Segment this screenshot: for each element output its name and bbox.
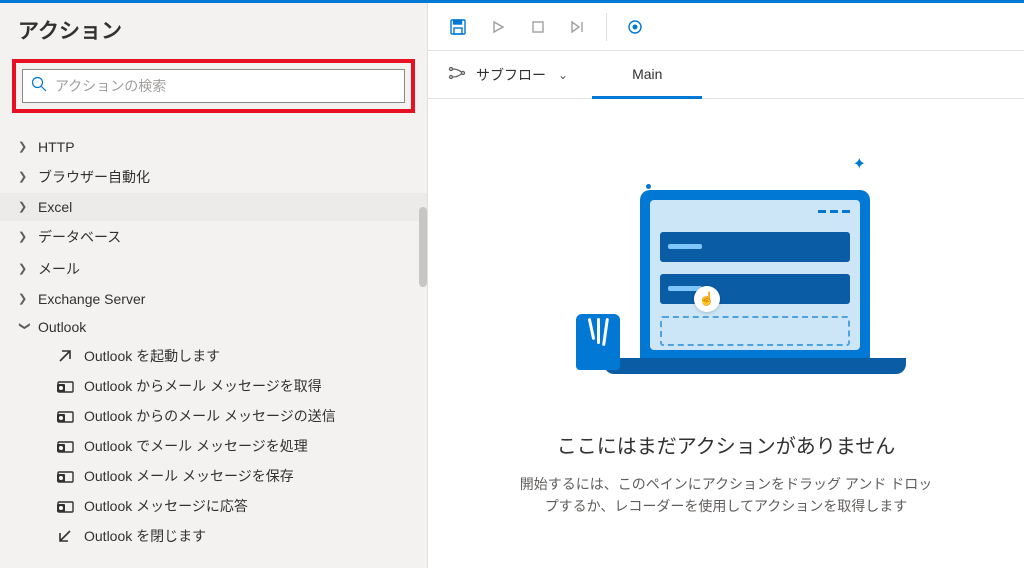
outlook-mail-icon bbox=[56, 377, 74, 395]
dot-icon bbox=[646, 184, 651, 189]
arrow-up-right-icon bbox=[56, 347, 74, 365]
sparkle-icon: ✦ bbox=[853, 154, 866, 174]
category-http[interactable]: ❯HTTP bbox=[0, 133, 427, 161]
scrollbar[interactable] bbox=[419, 207, 427, 287]
outlook-actions-list: Outlook を起動します Outlook からメール メッセージを取得 Ou… bbox=[0, 341, 427, 551]
subflow-icon bbox=[448, 66, 466, 83]
action-process-message[interactable]: Outlook でメール メッセージを処理 bbox=[0, 431, 427, 461]
subflow-dropdown[interactable]: サブフロー ⌄ bbox=[434, 51, 582, 98]
empty-title: ここにはまだアクションがありません bbox=[557, 430, 895, 459]
main-area: サブフロー ⌄ Main ✦ ✦ ☝ bbox=[428, 3, 1024, 568]
action-retrieve-messages[interactable]: Outlook からメール メッセージを取得 bbox=[0, 371, 427, 401]
arrow-down-left-icon bbox=[56, 527, 74, 545]
chevron-right-icon: ❯ bbox=[18, 172, 30, 183]
record-button[interactable] bbox=[617, 9, 653, 45]
tabbar: サブフロー ⌄ Main bbox=[428, 51, 1024, 99]
run-button[interactable] bbox=[480, 9, 516, 45]
empty-subtitle: 開始するには、このペインにアクションをドラッグ アンド ドロップするか、レコーダ… bbox=[516, 473, 936, 518]
search-icon bbox=[31, 76, 47, 97]
chevron-down-icon: ❯ bbox=[19, 321, 30, 333]
empty-illustration: ✦ ✦ ☝ bbox=[546, 150, 906, 410]
category-browser-automation[interactable]: ❯ブラウザー自動化 bbox=[0, 161, 427, 193]
category-database[interactable]: ❯データベース bbox=[0, 221, 427, 253]
outlook-mail-icon bbox=[56, 467, 74, 485]
chevron-right-icon: ❯ bbox=[18, 264, 30, 275]
category-excel[interactable]: ❯Excel bbox=[0, 193, 427, 221]
toolbar-separator bbox=[606, 13, 607, 41]
actions-sidebar: アクション ❯HTTP ❯ブラウザー自動化 ❯Excel ❯データベース ❯メー… bbox=[0, 3, 428, 568]
chevron-right-icon: ❯ bbox=[18, 202, 30, 213]
action-tree[interactable]: ❯HTTP ❯ブラウザー自動化 ❯Excel ❯データベース ❯メール ❯Exc… bbox=[0, 127, 427, 568]
sidebar-title: アクション bbox=[0, 3, 427, 55]
chevron-right-icon: ❯ bbox=[18, 294, 30, 305]
outlook-mail-icon bbox=[56, 437, 74, 455]
action-launch-outlook[interactable]: Outlook を起動します bbox=[0, 341, 427, 371]
search-box[interactable] bbox=[22, 69, 405, 103]
search-input[interactable] bbox=[55, 78, 396, 94]
action-save-message[interactable]: Outlook メール メッセージを保存 bbox=[0, 461, 427, 491]
tab-main[interactable]: Main bbox=[592, 52, 702, 99]
save-button[interactable] bbox=[440, 9, 476, 45]
pen-cup-icon bbox=[576, 314, 620, 370]
chevron-right-icon: ❯ bbox=[18, 232, 30, 243]
chevron-down-icon: ⌄ bbox=[558, 68, 568, 82]
category-mail[interactable]: ❯メール bbox=[0, 253, 427, 285]
cursor-hand-icon: ☝ bbox=[694, 286, 720, 312]
stop-button[interactable] bbox=[520, 9, 556, 45]
flow-canvas[interactable]: ✦ ✦ ☝ ここにはまだアクションがありません 開始するには、このペインにアクシ… bbox=[428, 99, 1024, 568]
action-close-outlook[interactable]: Outlook を閉じます bbox=[0, 521, 427, 551]
action-respond-message[interactable]: Outlook メッセージに応答 bbox=[0, 491, 427, 521]
step-button[interactable] bbox=[560, 9, 596, 45]
subflow-label: サブフロー bbox=[476, 65, 546, 85]
outlook-mail-icon bbox=[56, 407, 74, 425]
chevron-right-icon: ❯ bbox=[18, 142, 30, 153]
outlook-mail-icon bbox=[56, 497, 74, 515]
toolbar bbox=[428, 3, 1024, 51]
category-outlook[interactable]: ❯Outlook bbox=[0, 313, 427, 341]
category-exchange-server[interactable]: ❯Exchange Server bbox=[0, 285, 427, 313]
search-highlight-box bbox=[12, 59, 415, 113]
action-send-message[interactable]: Outlook からのメール メッセージの送信 bbox=[0, 401, 427, 431]
